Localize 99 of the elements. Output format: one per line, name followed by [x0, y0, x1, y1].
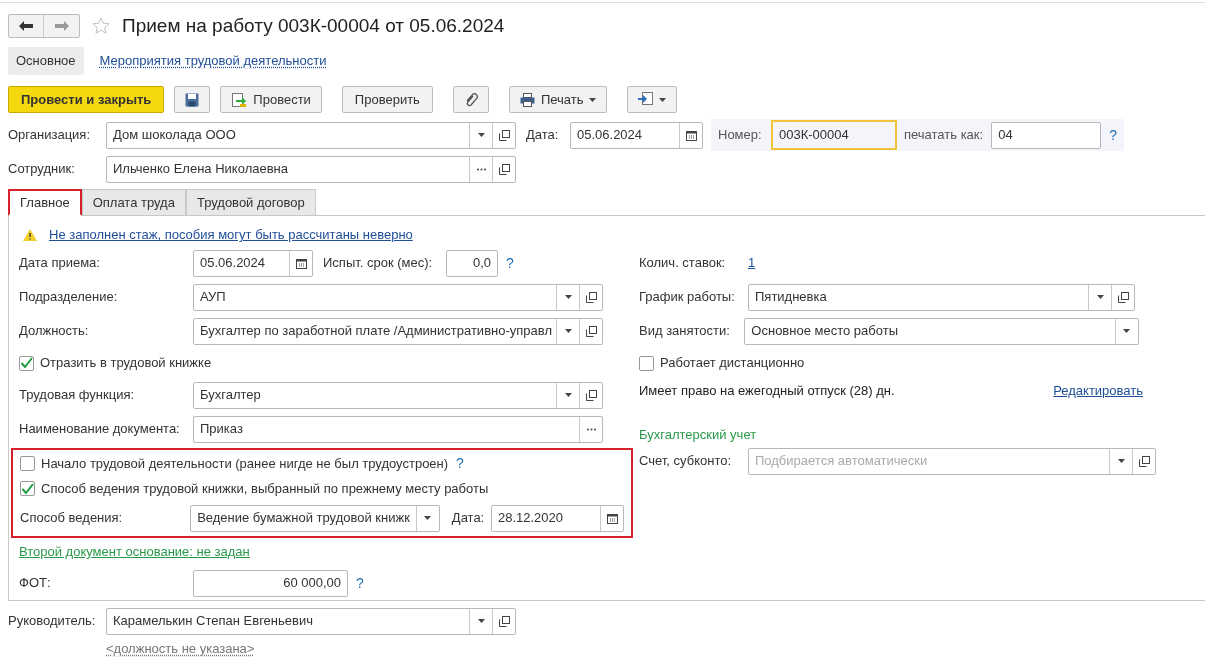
checkbox-label: Способ ведения трудовой книжки, выбранный по прежнему месту работы [41, 479, 489, 498]
position-link[interactable]: <должность не указана> [106, 641, 255, 656]
open-window-icon [498, 615, 510, 627]
printer-icon [519, 92, 535, 107]
caret-icon [477, 619, 485, 623]
field-label: Должность: [19, 322, 90, 341]
open-window-icon [1117, 291, 1129, 303]
choice-field[interactable]: Ильченко Елена Николаевна [106, 155, 516, 183]
field-label: ФОТ: [19, 574, 52, 593]
open-window-icon [498, 129, 510, 141]
check-button[interactable]: Проверить [341, 86, 433, 113]
select-field[interactable]: Бухгалтер по заработной плате /Административно-управл [193, 317, 603, 345]
checkbox-label: Начало трудовой деятельности (ранее нигде не был трудоустроен) [41, 454, 449, 473]
select-field[interactable]: Дом шоколада ООО [106, 121, 516, 149]
field-label: Организация: [8, 126, 92, 145]
caret-icon [477, 133, 485, 137]
caret-icon [424, 516, 432, 520]
section-title: Бухгалтерский учет [639, 425, 757, 444]
field-label: Счет, субконто: [639, 452, 733, 471]
select-field[interactable]: Карамелькин Степан Евгеньевич [106, 607, 516, 635]
arrow-right-icon [54, 21, 69, 31]
input-field[interactable]: 04 [991, 121, 1102, 149]
caret-icon [564, 393, 572, 397]
field-label: Трудовая функция: [19, 386, 136, 405]
tab[interactable]: Оплата труда [81, 189, 186, 216]
open-window-icon [498, 163, 510, 175]
ellipsis-icon [586, 427, 596, 431]
caret-icon [564, 295, 572, 299]
select-field[interactable]: Бухгалтер [193, 381, 603, 409]
tab[interactable]: Главное [8, 189, 82, 216]
print-button[interactable]: Печать [508, 86, 608, 113]
field-label: Наименование документа: [19, 420, 181, 439]
checkbox-label: Работает дистанционно [660, 354, 805, 373]
date-field[interactable]: 28.12.2020 [490, 504, 624, 532]
date-field[interactable]: 05.06.2024 [193, 249, 313, 277]
checkbox[interactable] [20, 481, 35, 496]
checkbox[interactable] [20, 456, 35, 471]
caret-icon [564, 329, 572, 333]
help-link[interactable]: ? [356, 572, 364, 594]
input-field[interactable]: 0,0 [446, 249, 498, 277]
calendar-icon [295, 257, 307, 269]
field-label: Дата: [451, 509, 486, 528]
caret-icon [659, 97, 667, 102]
field-label: Способ ведения: [20, 509, 124, 528]
section-tab[interactable]: Мероприятия трудовой деятельности [91, 47, 335, 75]
help-link[interactable]: ? [456, 453, 464, 474]
star-icon[interactable] [92, 17, 110, 35]
field-label: Дата: [526, 126, 560, 145]
help-link[interactable]: ? [506, 252, 514, 274]
number-field[interactable]: 003К-00004 [771, 120, 897, 150]
select-field[interactable]: Пятидневка [748, 283, 1135, 311]
edit-link[interactable]: Редактировать [1053, 381, 1143, 401]
field-label: Подразделение: [19, 288, 119, 307]
open-window-icon [585, 325, 597, 337]
field-label: Колич. ставок: [639, 254, 727, 273]
select-field[interactable]: АУП [193, 283, 603, 311]
save-button[interactable] [174, 86, 211, 113]
caret-icon [1123, 329, 1131, 333]
warning-icon [23, 229, 37, 241]
help-link[interactable]: ? [1109, 124, 1117, 146]
caret-icon [1096, 295, 1104, 299]
attach-button[interactable] [452, 86, 489, 113]
field-label: Вид занятости: [639, 322, 731, 341]
document-title: Прием на работу 003К-00004 от 05.06.2024 [122, 13, 505, 38]
checkbox-label: Отразить в трудовой книжке [40, 354, 212, 373]
document-arrow-icon [231, 91, 248, 108]
warning-link[interactable]: Не заполнен стаж, пособия могут быть рассчитаны неверно [49, 225, 413, 245]
calendar-icon [606, 512, 618, 524]
open-window-icon [585, 389, 597, 401]
ellipsis-icon [476, 167, 486, 171]
checkbox[interactable] [19, 355, 34, 371]
arrow-left-icon [19, 21, 33, 31]
select-field[interactable]: Основное место работы [744, 317, 1139, 345]
post-button[interactable]: Провести [220, 86, 322, 113]
export-button[interactable] [627, 86, 678, 113]
second-document-link[interactable]: Второй документ основание: не задан [19, 542, 250, 562]
field-label: Номер: [718, 126, 763, 145]
caret-icon [589, 97, 597, 102]
open-window-icon [1138, 455, 1150, 467]
open-window-icon [585, 291, 597, 303]
field-label: Руководитель: [8, 612, 97, 631]
section-tab[interactable]: Основное [8, 47, 84, 75]
caret-icon [1117, 459, 1125, 463]
field-label: График работы: [639, 288, 736, 307]
field-label: Испыт. срок (мес): [323, 254, 434, 273]
field-label: Дата приема: [19, 254, 101, 273]
field-label: Сотрудник: [8, 160, 76, 179]
vacation-text: Имеет право на ежегодный отпуск (28) дн. [639, 382, 895, 401]
date-field[interactable]: 05.06.2024 [570, 121, 703, 149]
checkbox[interactable] [639, 355, 654, 371]
select-field[interactable]: Ведение бумажной трудовой книжк [190, 504, 440, 532]
field-label: печатать как: [904, 126, 984, 145]
choice-field[interactable]: Приказ [193, 415, 603, 443]
post-and-close-button[interactable]: Провести и закрыть [8, 86, 165, 113]
input-field[interactable]: 60 000,00 [193, 569, 348, 597]
tab[interactable]: Трудовой договор [185, 189, 316, 216]
calendar-icon [685, 129, 697, 141]
rate-link[interactable]: 1 [748, 253, 756, 273]
document-arrow-icon [638, 92, 654, 107]
